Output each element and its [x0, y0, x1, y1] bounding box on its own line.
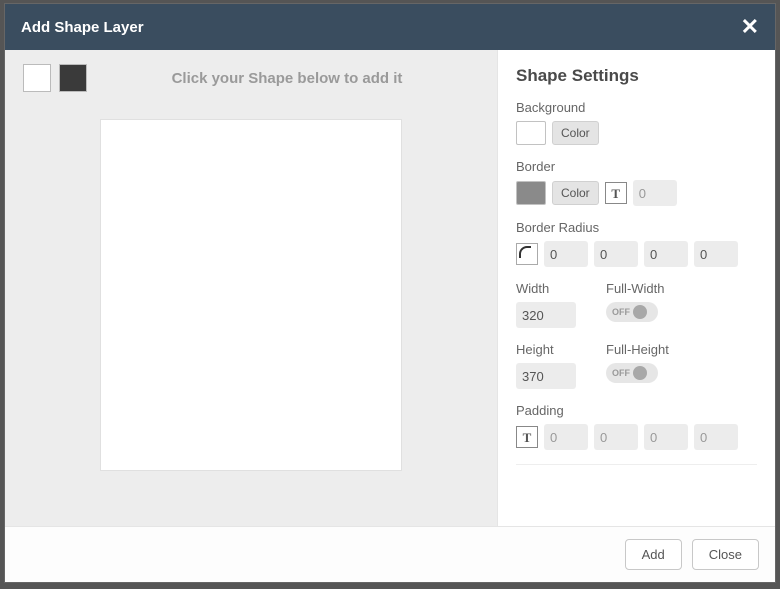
- swatch-dark[interactable]: [59, 64, 87, 92]
- shape-color-swatches: Click your Shape below to add it: [23, 64, 479, 92]
- close-button[interactable]: Close: [692, 539, 759, 570]
- full-width-label: Full-Width: [606, 281, 665, 296]
- size-row: Width Full-Width OFF: [516, 281, 757, 328]
- padding-link-icon[interactable]: T: [516, 426, 538, 448]
- full-height-state: OFF: [612, 368, 630, 378]
- modal-body: Click your Shape below to add it Shape S…: [5, 50, 775, 526]
- full-width-state: OFF: [612, 307, 630, 317]
- border-label: Border: [516, 159, 757, 174]
- divider: [516, 464, 757, 465]
- height-input[interactable]: [516, 363, 576, 389]
- swatch-white[interactable]: [23, 64, 51, 92]
- background-color-swatch[interactable]: [516, 121, 546, 145]
- border-link-icon[interactable]: T: [605, 182, 627, 204]
- border-width-input[interactable]: [633, 180, 677, 206]
- border-radius-label: Border Radius: [516, 220, 757, 235]
- padding-label: Padding: [516, 403, 757, 418]
- height-label: Height: [516, 342, 576, 357]
- padding-top-input[interactable]: [544, 424, 588, 450]
- settings-title: Shape Settings: [516, 66, 757, 86]
- full-height-toggle[interactable]: OFF: [606, 363, 658, 383]
- canvas-hint: Click your Shape below to add it: [95, 70, 479, 87]
- border-radius-icon[interactable]: [516, 243, 538, 265]
- border-color-button[interactable]: Color: [552, 181, 599, 205]
- width-label: Width: [516, 281, 576, 296]
- modal-footer: Add Close: [5, 526, 775, 582]
- padding-right-input[interactable]: [594, 424, 638, 450]
- padding-left-input[interactable]: [694, 424, 738, 450]
- background-field: Background Color: [516, 100, 757, 145]
- close-icon[interactable]: ✕: [741, 16, 759, 38]
- padding-bottom-input[interactable]: [644, 424, 688, 450]
- add-button[interactable]: Add: [625, 539, 682, 570]
- border-radius-tr-input[interactable]: [594, 241, 638, 267]
- padding-field: Padding T: [516, 403, 757, 450]
- toggle-knob-icon: [633, 366, 647, 380]
- border-radius-tl-input[interactable]: [544, 241, 588, 267]
- modal-title: Add Shape Layer: [21, 19, 144, 36]
- left-panel: Click your Shape below to add it: [5, 50, 497, 526]
- border-radius-br-input[interactable]: [644, 241, 688, 267]
- full-width-toggle[interactable]: OFF: [606, 302, 658, 322]
- shape-canvas[interactable]: [101, 120, 401, 470]
- background-color-button[interactable]: Color: [552, 121, 599, 145]
- width-input[interactable]: [516, 302, 576, 328]
- height-row: Height Full-Height OFF: [516, 342, 757, 389]
- settings-panel: Shape Settings Background Color Border C…: [497, 50, 775, 526]
- border-radius-field: Border Radius: [516, 220, 757, 267]
- border-field: Border Color T: [516, 159, 757, 206]
- full-height-label: Full-Height: [606, 342, 669, 357]
- border-color-swatch[interactable]: [516, 181, 546, 205]
- titlebar: Add Shape Layer ✕: [5, 4, 775, 50]
- toggle-knob-icon: [633, 305, 647, 319]
- add-shape-layer-modal: Add Shape Layer ✕ Click your Shape below…: [4, 3, 776, 583]
- border-radius-bl-input[interactable]: [694, 241, 738, 267]
- canvas-area: [23, 120, 479, 512]
- background-label: Background: [516, 100, 757, 115]
